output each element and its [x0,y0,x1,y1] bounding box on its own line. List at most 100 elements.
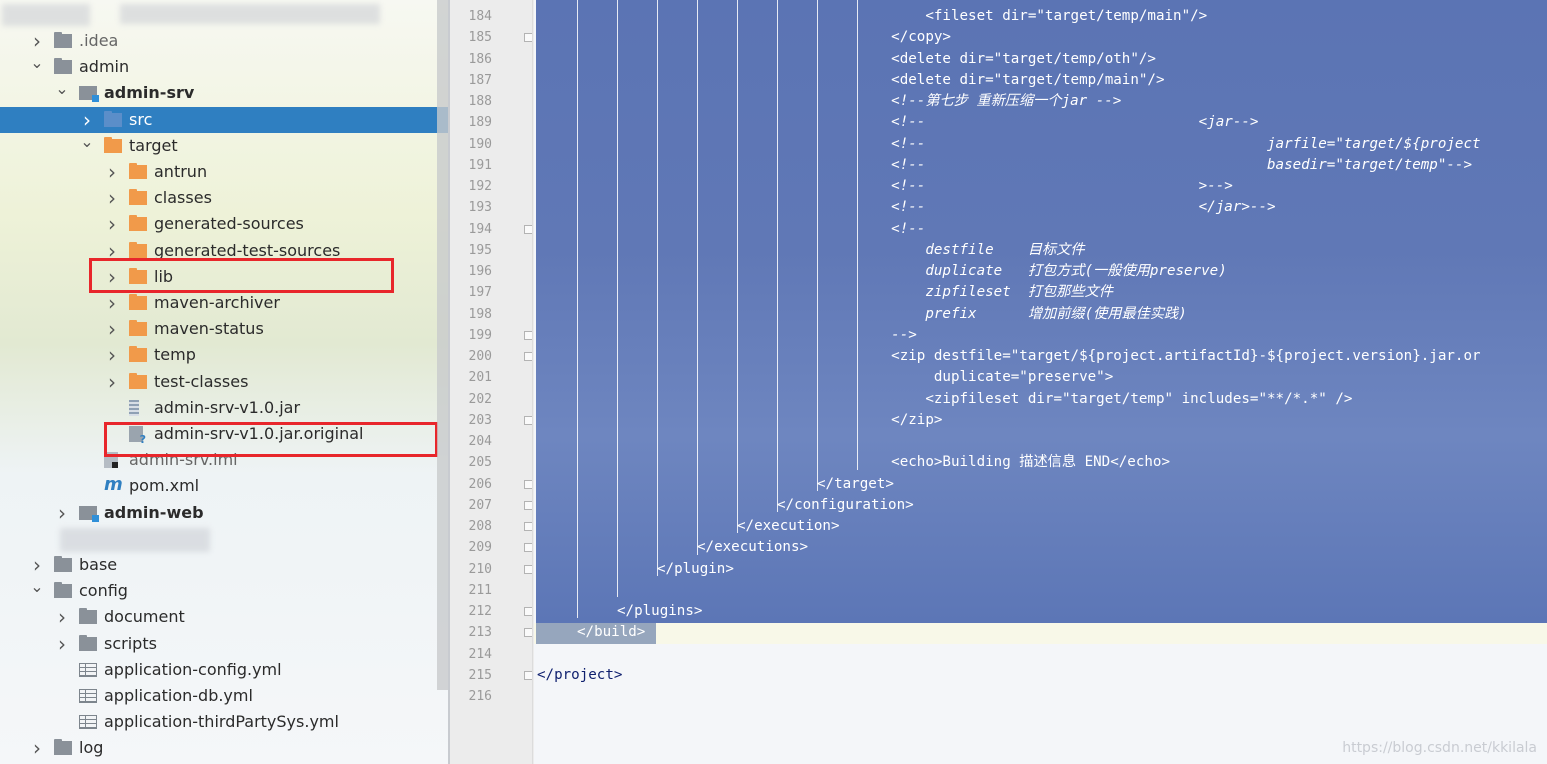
chevron-right-icon[interactable]: › [29,28,45,54]
tree-item-label: admin-web [104,502,204,522]
line-number: 189 [468,115,492,131]
tree-item[interactable]: application-db.yml [0,683,448,709]
code-line: <!-- basedir="target/temp"--> [857,156,1472,173]
folder-icon [54,32,72,48]
gutter-divider [532,0,533,764]
tree-item[interactable]: › antrun [0,159,448,185]
chevron-down-icon[interactable]: ⌄ [54,80,70,106]
chevron-right-icon[interactable]: › [104,290,120,316]
line-number: 192 [468,179,492,194]
tree-item[interactable]: application-config.yml [0,657,448,683]
tree-item[interactable]: application-thirdPartySys.yml [0,709,448,735]
line-number: 201 [468,370,492,386]
chevron-right-icon[interactable]: › [54,500,70,526]
tree-item[interactable]: › .idea [0,28,448,54]
tree-item-label: maven-archiver [154,293,280,312]
line-number: 215 [468,667,492,683]
chevron-right-icon[interactable]: › [104,185,120,211]
folder-icon [129,346,147,363]
redacted-area [60,527,210,552]
chevron-right-icon[interactable]: › [104,316,120,342]
highlight-box-original-jar [104,422,438,457]
highlight-box-lib [89,258,394,293]
line-number: 196 [468,264,492,279]
tree-item[interactable]: › test-classes [0,369,448,395]
tree-item[interactable]: ⌄ target [0,132,448,159]
tree-item[interactable]: › scripts [0,631,448,657]
tree-item[interactable]: › base [0,552,448,578]
tree-item[interactable]: admin-srv-v1.0.jar [0,395,448,421]
code-line: <!-- [857,220,926,237]
line-number: 213 [468,625,492,641]
code-line: </zip> [857,411,943,428]
redacted-area [120,4,380,24]
chevron-right-icon[interactable]: › [79,107,95,133]
tree-item-label: admin-srv-v1.0.jar [154,397,301,417]
tree-item[interactable]: › generated-sources [0,211,448,237]
tree-item-label: maven-status [154,319,264,339]
chevron-right-icon[interactable]: › [54,604,70,630]
tree-item[interactable]: ⌄ config [0,578,448,604]
chevron-right-icon[interactable]: › [104,369,120,395]
tree-item-label: base [79,555,118,574]
jar-file-icon [129,399,139,416]
tree-item[interactable]: ⌄ admin-srv [0,80,448,106]
line-number: 216 [468,689,492,704]
line-number: 210 [468,561,492,577]
code-line: </configuration> [777,496,914,513]
tree-item[interactable]: › admin-web [0,500,448,526]
code-line: <fileset dir="target/temp/main"/> [857,8,1208,24]
module-icon [79,86,99,103]
tree-item[interactable]: › temp [0,342,448,368]
tree-scrollbar[interactable] [437,0,448,690]
project-tree: › .idea ⌄ admin ⌄ admin-srv › src ⌄ target › antrun… [0,0,448,764]
tree-item[interactable]: › document [0,604,448,630]
tree-item[interactable]: › log [0,735,448,761]
chevron-right-icon[interactable]: › [29,552,45,578]
code-editor[interactable]: 184 185 186 187 188 189 190 191 192 193 194 195 196 1… [448,0,1547,764]
folder-icon [104,136,122,153]
chevron-right-icon[interactable]: › [104,211,120,237]
indent-guide [697,0,698,555]
folder-icon [129,320,147,337]
line-number: 205 [468,455,492,471]
line-number: 214 [468,646,492,662]
chevron-down-icon[interactable]: ⌄ [79,132,95,159]
code-line: duplicate="preserve"> [857,369,1114,386]
chevron-right-icon[interactable]: › [29,735,45,761]
indent-guide [737,0,738,534]
yml-file-icon [79,715,97,730]
chevron-down-icon[interactable]: ⌄ [29,54,45,80]
tree-item[interactable]: ⌄ admin [0,54,448,80]
yml-file-icon [79,662,97,677]
indent-guide [617,0,618,597]
tree-item-label: test-classes [154,371,249,391]
watermark: https://blog.csdn.net/kkilala [1342,740,1537,756]
line-number: 203 [468,412,492,428]
tree-item-label: pom.xml [129,476,200,496]
line-number: 191 [468,157,492,173]
tree-item-label: target [129,135,178,155]
chevron-right-icon[interactable]: › [104,342,120,368]
code-line: prefix 增加前缀(使用最佳实践) [857,305,1187,322]
chevron-right-icon[interactable]: › [54,631,70,657]
tree-item[interactable]: m pom.xml [0,473,448,499]
line-number: 190 [468,136,492,152]
chevron-down-icon[interactable]: ⌄ [29,578,45,604]
folder-icon [129,163,147,179]
code-line: </plugins> [617,603,703,619]
tree-item[interactable]: › maven-archiver [0,290,448,316]
indent-guide [657,0,658,576]
tree-item[interactable]: › src [0,106,448,133]
line-number: 206 [468,476,492,492]
line-number: 211 [468,582,492,598]
code-line: <zip destfile="target/${project.artifact… [857,348,1481,364]
code-line: <!--第七步 重新压缩一个jar --> [857,93,1122,109]
code-line: <echo>Building 描述信息 END</echo> [857,454,1170,471]
chevron-right-icon[interactable]: › [104,159,120,185]
module-icon [79,505,99,522]
tree-item[interactable]: › classes [0,185,448,211]
tree-item[interactable]: › maven-status [0,316,448,342]
indent-guide [817,0,818,491]
code-line: <delete dir="target/temp/main"/> [857,71,1165,88]
